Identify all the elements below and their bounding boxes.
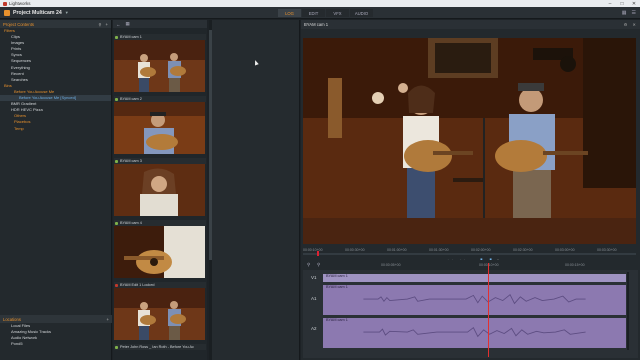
timeline-scrollbar[interactable] — [627, 272, 629, 350]
close-icon[interactable]: ✕ — [632, 22, 636, 27]
track-clip-name: BYAM cam 1 — [326, 318, 348, 322]
viewer-header-icons: ⚙ ✕ — [624, 22, 640, 27]
timeline-ruler-tick: 00:00:15+00 — [565, 263, 585, 267]
lock-icon — [115, 283, 118, 287]
timeline-panel: ⚲ ⚲ 00:00:05+00 00:00:10+00 00:00:15+00 … — [303, 260, 638, 358]
close-icon[interactable]: ✕ — [628, 1, 640, 7]
lightworks-logo-icon — [3, 1, 7, 6]
clip-tile[interactable]: Peter John Ross _ Ian Roth - Before You … — [114, 344, 206, 350]
track-label-a2[interactable]: A2 — [311, 326, 317, 331]
back-arrow-icon[interactable]: ← — [116, 22, 121, 27]
viewer-header: BYAM cam 1 ⚙ ✕ — [301, 20, 640, 29]
clip-type-icon — [115, 221, 118, 225]
clip-thumbnail — [114, 40, 205, 92]
timeline-ruler[interactable]: ⚲ ⚲ 00:00:05+00 00:00:10+00 00:00:15+00 — [303, 260, 638, 270]
track-clip-name: BYAM cam 1 — [326, 285, 348, 289]
menu-icon[interactable]: ☰ — [632, 10, 636, 16]
add-icon[interactable]: + — [107, 317, 109, 322]
zoom-out-icon[interactable]: ⚲ — [307, 262, 310, 268]
add-icon[interactable]: + — [106, 22, 108, 27]
ruler-tick: 00:03:00+00 — [555, 248, 575, 252]
clip-name: Peter John Ross _ Ian Roth - Before You … — [120, 345, 194, 349]
bin-toolbar: ← ▦ — [113, 20, 207, 28]
project-contents-label: Project Contents — [3, 21, 34, 27]
clip-thumbnail — [114, 102, 205, 154]
clip-tile[interactable]: BYAM cam 1 — [114, 34, 206, 94]
viewer-title: BYAM cam 1 — [304, 22, 329, 27]
viewer-playhead[interactable] — [317, 251, 319, 256]
locations-section: Locations + Local Files Amazing Music Tr… — [0, 315, 112, 347]
clip-type-icon — [115, 35, 118, 39]
window-titlebar: Lightworks – □ ✕ — [0, 0, 640, 7]
clip-label-row: Peter John Ross _ Ian Roth - Before You … — [114, 344, 206, 350]
search-icon[interactable]: ⚲ — [98, 22, 101, 27]
locations-header: Locations + — [0, 315, 112, 323]
clip-tile[interactable]: BYAM cam 3 — [114, 158, 206, 218]
clip-bin: ← ▦ BYAM cam 1 BYAM cam 2 BYAM cam 3 BYA… — [113, 20, 207, 360]
clip-thumbnail — [114, 164, 205, 216]
tab-vfx[interactable]: VFX — [326, 9, 349, 17]
ruler-tick: 00:00:30+00 — [345, 248, 365, 252]
tab-log[interactable]: LOG — [278, 9, 301, 17]
minimize-icon[interactable]: – — [604, 1, 616, 7]
clip-name: BYAM cam 3 — [120, 159, 142, 163]
audio-waveform — [363, 326, 586, 338]
video-frame[interactable] — [303, 38, 636, 244]
clip-tile[interactable]: BYAM cam 4 — [114, 220, 206, 280]
project-sidebar: Project Contents ⚲ + Filters Clips Image… — [0, 20, 112, 360]
clip-thumbnail — [114, 288, 205, 340]
project-title[interactable]: Project Multicam 24 — [13, 10, 62, 16]
audio-track-clip[interactable]: BYAM cam 1 — [323, 318, 626, 348]
track-label-v1[interactable]: V1 — [311, 275, 317, 280]
timeline-ruler-tick: 00:00:05+00 — [381, 263, 401, 267]
chevron-down-icon[interactable]: ▼ — [65, 10, 69, 15]
clip-type-icon — [115, 159, 118, 163]
viewer-time-ruler[interactable]: 00:00:10+00 00:00:30+00 00:01:00+00 00:0… — [303, 246, 636, 256]
clip-name: BYAM cam 1 — [120, 35, 142, 39]
ruler-tick: 00:01:00+00 — [387, 248, 407, 252]
ruler-tick: 00:01:30+00 — [429, 248, 449, 252]
clip-name: BYAM cam 2 — [120, 97, 142, 101]
layout-icon[interactable]: ▦ — [622, 10, 627, 16]
clip-thumbnail — [114, 226, 205, 278]
settings-icon[interactable]: ⚙ — [624, 22, 628, 27]
maximize-icon[interactable]: □ — [616, 1, 628, 7]
sidebar-header-icons: ⚲ + — [98, 22, 111, 27]
timeline-playhead[interactable] — [488, 263, 489, 357]
tab-audio[interactable]: AUDIO — [350, 9, 373, 17]
grid-view-icon[interactable]: ▦ — [126, 21, 130, 27]
clip-type-icon — [115, 345, 118, 349]
app-toolbar: Project Multicam 24 ▼ LOG EDIT VFX AUDIO… — [0, 7, 640, 19]
video-track-clip[interactable]: BYAM cam 1 — [323, 274, 626, 282]
track-clip-name: BYAM cam 1 — [326, 274, 348, 278]
zoom-in-icon[interactable]: ⚲ — [317, 262, 320, 268]
clip-tile[interactable]: BYAM cam 2 — [114, 96, 206, 156]
audio-track-clip[interactable]: BYAM cam 1 — [323, 285, 626, 315]
sidebar-item-temp[interactable]: Temp — [0, 126, 111, 132]
locations-header-icons: + — [107, 317, 112, 322]
mouse-cursor-icon — [253, 59, 259, 66]
ruler-tick: 00:02:00+00 — [471, 248, 491, 252]
window-title: Lightworks — [9, 1, 31, 6]
window-controls: – □ ✕ — [604, 1, 640, 7]
empty-panel — [212, 20, 300, 360]
track-label-a1[interactable]: A1 — [311, 296, 317, 301]
room-tabs: LOG EDIT VFX AUDIO — [278, 9, 374, 17]
ruler-tick: 00:00:10+00 — [303, 248, 323, 252]
ruler-tick: 00:03:30+00 — [597, 248, 617, 252]
clip-tile[interactable]: BYAM Edit 1 Locked — [114, 282, 206, 342]
audio-waveform — [363, 293, 586, 305]
project-icon — [4, 9, 10, 16]
locations-label: Locations — [3, 316, 21, 322]
project-contents-header: Project Contents ⚲ + — [0, 20, 111, 28]
clip-name: BYAM cam 4 — [120, 221, 142, 225]
location-pond5[interactable]: Pond5 — [0, 341, 112, 347]
ruler-tick: 00:02:30+00 — [513, 248, 533, 252]
clip-name: BYAM Edit 1 Locked — [120, 283, 155, 287]
scrub-bar[interactable] — [303, 253, 636, 255]
clip-type-icon — [115, 97, 118, 101]
toolbar-right: ▦ ☰ — [622, 10, 636, 16]
tab-edit[interactable]: EDIT — [302, 9, 325, 17]
